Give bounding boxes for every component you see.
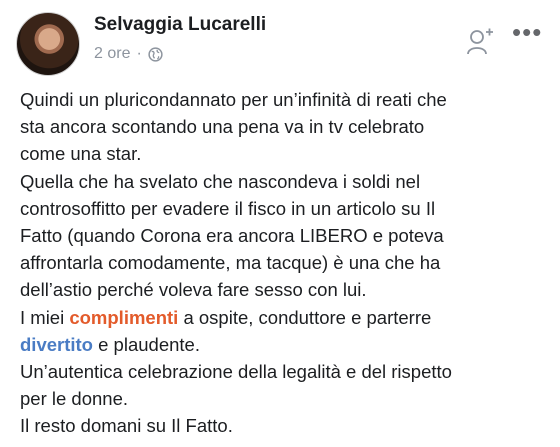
post-text-segment: I miei — [20, 306, 70, 328]
post-line: divertito e plaudente. — [20, 331, 550, 358]
post-line: I miei complimenti a ospite, conduttore … — [20, 304, 550, 331]
highlight-divertito: divertito — [20, 333, 93, 355]
post-time[interactable]: 2 ore — [94, 45, 130, 63]
post-line: affrontarla comodamente, ma tacque) è un… — [20, 252, 441, 274]
meta-separator: · — [136, 45, 142, 62]
post-line: Il resto domani su Il Fatto. — [20, 415, 233, 437]
post-text-segment: a ospite, conduttore e parterre — [178, 306, 432, 328]
globe-icon — [148, 46, 163, 62]
post-text-segment: e plaudente. — [92, 333, 200, 355]
post-line: Fatto (quando Corona era ancora LIBERO e… — [20, 225, 444, 247]
add-friend-icon[interactable] — [466, 28, 494, 56]
more-options-icon[interactable]: ••• — [512, 19, 542, 45]
post-line: come una star. — [20, 143, 142, 165]
facebook-post: Selvaggia Lucarelli 2 ore · ••• Quindi u… — [0, 0, 560, 447]
author-avatar[interactable] — [16, 12, 80, 76]
post-line: dell’astio perché voleva fare sesso con … — [20, 279, 367, 301]
author-name[interactable]: Selvaggia Lucarelli — [94, 14, 266, 36]
post-line: Quella che ha svelato che nascondeva i s… — [20, 170, 421, 192]
post-line: controsoffitto per evadere il fisco in u… — [20, 197, 436, 219]
post-meta: 2 ore · — [94, 45, 163, 63]
highlight-complimenti: complimenti — [69, 306, 179, 328]
post-line: sta ancora scontando una pena va in tv c… — [20, 116, 425, 138]
post-line: Un’autentica celebrazione della legalità… — [20, 361, 452, 383]
post-body: Quindi un pluricondannato per un’infinit… — [20, 86, 550, 440]
post-line: per le donne. — [20, 388, 129, 410]
post-line: Quindi un pluricondannato per un’infinit… — [20, 89, 447, 110]
